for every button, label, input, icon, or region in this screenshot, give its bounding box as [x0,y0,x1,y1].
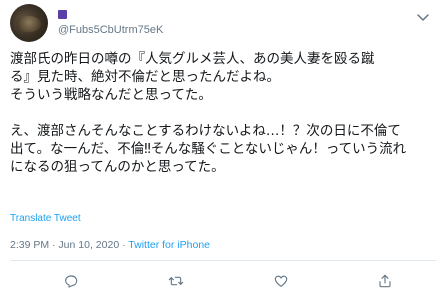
chevron-down-icon[interactable] [416,12,430,22]
avatar-image [17,16,41,32]
tweet-header: @Fubs5CbUtrm75eK [10,4,430,44]
avatar[interactable] [10,4,48,42]
tweet-meta: 2:39 PM · Jun 10, 2020 · Twitter for iPh… [10,239,210,251]
tweet-text: 渡部氏の昨日の噂の『人気グルメ芸人、あの美人妻を殴る蹴 る』見た時、絶対不倫だと… [10,51,407,175]
heart-icon [274,275,288,287]
tweet-timestamp[interactable]: 2:39 PM · Jun 10, 2020 · [10,239,128,251]
display-name-emoji-icon [58,10,67,19]
reply-icon [65,275,78,288]
display-name[interactable] [58,6,163,22]
retweet-icon [168,276,184,286]
share-button[interactable] [374,270,396,292]
retweet-button[interactable] [165,270,187,292]
author-names: @Fubs5CbUtrm75eK [58,6,163,38]
translate-tweet-link[interactable]: Translate Tweet [10,213,81,224]
tweet-source[interactable]: Twitter for iPhone [128,239,210,251]
author-handle[interactable]: @Fubs5CbUtrm75eK [58,22,163,38]
like-button[interactable] [270,270,292,292]
share-icon [379,274,391,288]
tweet-actions [0,270,446,292]
tweet-card: @Fubs5CbUtrm75eK 渡部氏の昨日の噂の『人気グルメ芸人、あの美人妻… [0,0,446,296]
divider [10,260,436,261]
reply-button[interactable] [60,270,82,292]
